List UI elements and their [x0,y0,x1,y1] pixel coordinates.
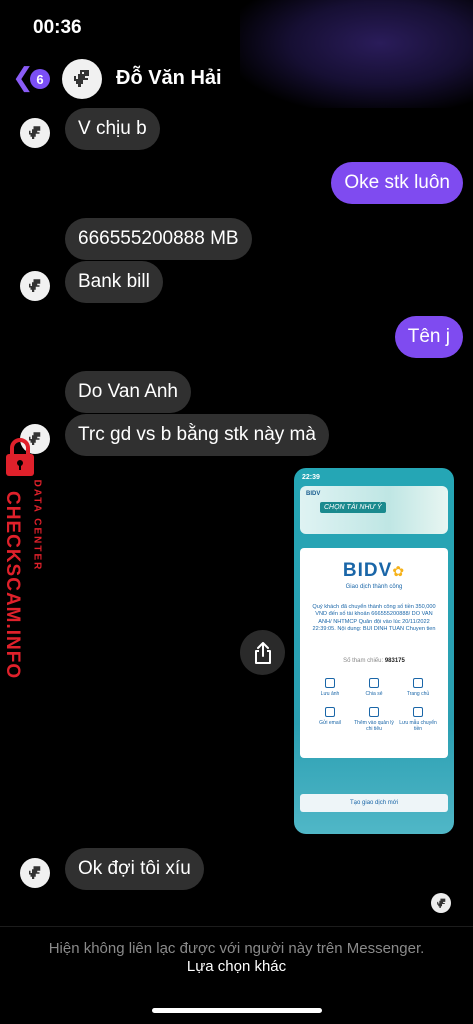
receipt-status-time: 22:39 [302,474,320,481]
message-bubble[interactable]: 666555200888 MB [65,218,252,260]
receipt-banner-text: CHỌN TÀI NHƯ Ý [320,502,386,513]
expense-icon [369,707,379,717]
message-bubble[interactable]: Ok đợi tôi xíu [65,848,204,890]
receipt-action: Lưu ảnh [308,678,352,697]
sender-avatar[interactable] [20,118,50,148]
unavailable-notice: Hiện không liên lạc được với người này t… [48,940,425,957]
status-time: 00:36 [33,17,82,38]
message-bubble[interactable]: Tên j [394,316,463,358]
receipt-card: BIDV✿ Giao dịch thành công Quý khách đã … [300,548,448,758]
sender-avatar[interactable] [20,858,50,888]
message-bubble[interactable]: Bank bill [65,261,163,303]
receipt-actions: Lưu ảnh Chia sẻ Trang chủ Gửi email Thêm… [308,678,440,732]
message-bubble[interactable]: V chịu b [65,108,160,150]
dino-icon [74,70,89,87]
message-bubble[interactable]: Oke stk luôn [331,162,463,204]
unread-count-badge[interactable]: 6 [30,69,50,89]
dino-icon [436,898,445,908]
receipt-reference: Số tham chiếu: 983175 [343,658,405,664]
receipt-action: Chia sẻ [352,678,396,697]
seen-receipt-avatar [431,893,451,913]
template-icon [413,707,423,717]
receipt-action: Thêm vào quản lý chi tiêu [352,707,396,732]
receipt-title: Giao dịch thành công [345,584,403,590]
dino-icon [29,866,41,879]
receipt-banner: BIDV CHỌN TÀI NHƯ Ý [300,486,448,534]
share-icon [369,678,379,688]
receipt-image[interactable]: 22:39 BIDV CHỌN TÀI NHƯ Ý BIDV✿ Giao dịc… [294,468,454,834]
brand-star-icon: ✿ [392,563,406,579]
sender-avatar[interactable] [20,271,50,301]
watermark-subtext: DATA CENTER [31,479,43,572]
share-button[interactable] [240,630,285,675]
contact-avatar[interactable] [62,59,102,99]
receipt-action: Trang chủ [396,678,440,697]
footer-divider [0,926,473,927]
receipt-action: Gửi email [308,707,352,732]
receipt-banner-logo: BIDV [306,491,321,497]
contact-name[interactable]: Đỗ Văn Hải [116,67,222,90]
home-indicator[interactable] [152,1008,322,1013]
email-icon [325,707,335,717]
home-icon [413,678,423,688]
dino-icon [29,126,41,139]
receipt-brand: BIDV✿ [342,560,406,581]
watermark-text: CHECKSCAM.INFO [2,491,23,680]
other-options-link[interactable]: Lựa chọn khác [0,958,473,975]
receipt-new-transaction: Tạo giao dịch mới [300,794,448,812]
message-bubble[interactable]: Trc gd vs b bằng stk này mà [65,414,329,456]
dino-icon [29,279,41,292]
message-bubble[interactable]: Do Van Anh [65,371,192,413]
receipt-action: Lưu mẫu chuyển tiền [396,707,440,732]
header-background [240,0,473,108]
image-icon [325,678,335,688]
receipt-body: Quý khách đã chuyển thành công số tiền 3… [312,604,436,633]
share-icon [254,641,271,664]
